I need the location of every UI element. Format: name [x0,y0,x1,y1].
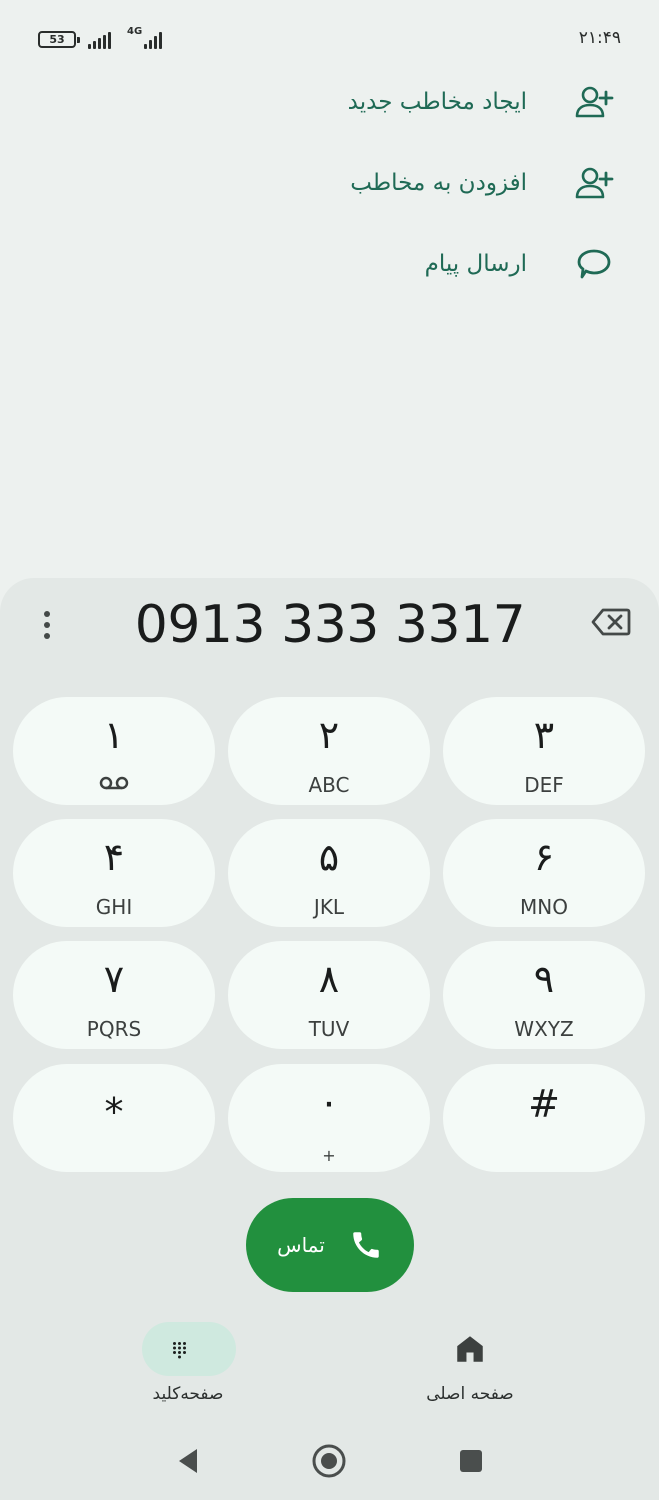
key-1[interactable]: ۱ [13,697,215,805]
backspace-icon [591,608,631,636]
battery-level: 53 [49,33,65,46]
nav-keypad-label: صفحه‌کلید [152,1384,224,1404]
back-icon [179,1449,197,1473]
key-digit: ۷ [103,957,125,1001]
nav-home[interactable]: صفحه اصلی [390,1320,550,1410]
key-3[interactable]: ۳ DEF [443,697,645,805]
key-digit: ۸ [318,957,340,1001]
home-system-button[interactable] [309,1436,349,1486]
key-letters: DEF [524,773,564,797]
nav-keypad[interactable]: صفحه‌کلید [96,1320,256,1410]
key-letters: WXYZ [514,1017,574,1041]
key-letters: PQRS [86,1017,142,1041]
signal-strength-icon [88,29,120,49]
key-2[interactable]: ۲ ABC [228,697,430,805]
key-letters: + [322,1146,336,1165]
key-6[interactable]: ۶ MNO [443,819,645,927]
signal-strength-icon-2 [144,29,168,49]
key-letters: GHI [95,895,133,919]
more-options-button[interactable] [28,605,66,645]
key-0[interactable]: ۰ + [228,1064,430,1172]
key-4[interactable]: ۴ GHI [13,819,215,927]
add-to-contact-action[interactable]: افزودن به مخاطب [215,153,615,213]
key-digit: ۵ [318,835,340,879]
backspace-button[interactable] [590,606,636,646]
key-digit: ۶ [533,835,555,879]
add-to-contact-label: افزودن به مخاطب [350,170,527,196]
create-new-contact-action[interactable]: ایجاد مخاطب جدید [215,72,615,132]
send-message-action[interactable]: ارسال پیام [215,234,615,294]
key-digit: ۱ [103,713,125,757]
call-label: تماس [277,1233,325,1257]
key-letters: JKL [313,895,345,919]
status-time: ۲۱:۴۹ [578,28,621,48]
battery-icon: 53 [38,31,80,48]
home-icon [390,1332,550,1368]
key-digit: ۲ [318,713,340,757]
key-digit: ۴ [103,835,125,879]
key-digit: ۹ [533,957,555,1001]
network-type: 4G [127,26,143,37]
key-digit: ۰ [318,1080,340,1124]
back-button[interactable] [168,1436,208,1486]
recents-icon [460,1450,482,1472]
call-button[interactable]: تماس [246,1198,414,1292]
phone-icon [353,1232,379,1258]
person-add-icon [573,162,615,204]
key-5[interactable]: ۵ JKL [228,819,430,927]
person-add-icon [573,81,615,123]
create-new-contact-label: ایجاد مخاطب جدید [347,89,527,115]
nav-home-label: صفحه اصلی [426,1384,514,1404]
dot [44,633,50,639]
key-digit: * [104,1090,124,1134]
key-9[interactable]: ۹ WXYZ [443,941,645,1049]
key-letters: ABC [308,773,350,797]
status-bar: 53 4G ۲۱:۴۹ [0,0,659,80]
message-bubble-icon [573,243,615,285]
dot [44,622,50,628]
recents-button[interactable] [451,1436,491,1486]
active-nav-indicator [142,1322,236,1376]
dialed-number[interactable]: 0913 333 3317 [80,590,580,660]
key-star[interactable]: * [13,1064,215,1172]
key-8[interactable]: ۸ TUV [228,941,430,1049]
home-circle-icon [312,1444,346,1478]
key-digit: ۳ [533,713,555,757]
key-7[interactable]: ۷ PQRS [13,941,215,1049]
key-letters: MNO [520,895,568,919]
voicemail-icon [99,776,129,790]
send-message-label: ارسال پیام [424,251,527,277]
key-letters: TUV [308,1017,350,1041]
dot [44,611,50,617]
key-pound[interactable]: # [443,1064,645,1172]
key-digit: # [528,1082,560,1126]
